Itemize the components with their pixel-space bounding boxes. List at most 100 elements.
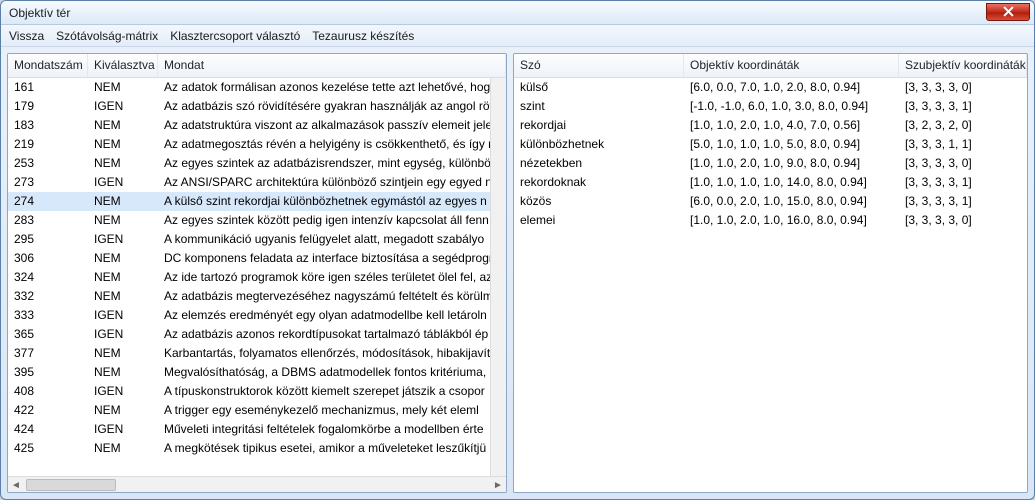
cell-word[interactable]: szint	[514, 97, 684, 116]
words-grid[interactable]: SzóObjektív koordinátákSzubjektív koordi…	[514, 54, 1027, 492]
column-header[interactable]: Mondatszám	[8, 54, 88, 78]
vertical-scrollbar-left[interactable]	[490, 78, 506, 476]
cell-text[interactable]: A trigger egy eseménykezelő mechanizmus,…	[158, 401, 506, 420]
cell-text[interactable]: Műveleti integritási feltételek fogalomk…	[158, 420, 506, 439]
cell-selected[interactable]: NEM	[88, 344, 158, 363]
cell-subjective[interactable]: [3, 3, 3, 3, 1]	[899, 97, 1027, 116]
cell-text[interactable]: Az adatstruktúra viszont az alkalmazások…	[158, 116, 506, 135]
cell-word[interactable]: közös	[514, 192, 684, 211]
cell-selected[interactable]: NEM	[88, 211, 158, 230]
cell-selected[interactable]: IGEN	[88, 420, 158, 439]
cell-id[interactable]: 179	[8, 97, 88, 116]
cell-word[interactable]: nézetekben	[514, 154, 684, 173]
menu-item-cluster-selector[interactable]: Klasztercsoport választó	[170, 29, 300, 43]
cell-word[interactable]: külső	[514, 78, 684, 97]
cell-selected[interactable]: NEM	[88, 401, 158, 420]
cell-subjective[interactable]: [3, 3, 3, 3, 0]	[899, 154, 1027, 173]
column-header[interactable]: Kiválasztva	[88, 54, 158, 78]
scroll-right-icon[interactable]: ►	[490, 477, 506, 493]
cell-selected[interactable]: NEM	[88, 268, 158, 287]
cell-id[interactable]: 424	[8, 420, 88, 439]
scroll-left-icon[interactable]: ◄	[8, 477, 24, 493]
cell-word[interactable]: rekordjai	[514, 116, 684, 135]
cell-selected[interactable]: NEM	[88, 249, 158, 268]
cell-text[interactable]: Az adatmegosztás révén a helyigény is cs…	[158, 135, 506, 154]
cell-selected[interactable]: IGEN	[88, 325, 158, 344]
cell-id[interactable]: 295	[8, 230, 88, 249]
cell-selected[interactable]: IGEN	[88, 173, 158, 192]
cell-id[interactable]: 161	[8, 78, 88, 97]
cell-selected[interactable]: IGEN	[88, 230, 158, 249]
cell-text[interactable]: Az adatbázis szó rövidítésére gyakran ha…	[158, 97, 506, 116]
cell-id[interactable]: 324	[8, 268, 88, 287]
cell-selected[interactable]: IGEN	[88, 382, 158, 401]
column-header[interactable]: Szó	[514, 54, 684, 78]
cell-text[interactable]: A típuskonstruktorok között kiemelt szer…	[158, 382, 506, 401]
cell-text[interactable]: Az adatbázis megtervezéséhez nagyszámú f…	[158, 287, 506, 306]
cell-text[interactable]: Karbantartás, folyamatos ellenőrzés, mód…	[158, 344, 506, 363]
cell-word[interactable]: elemei	[514, 211, 684, 230]
cell-id[interactable]: 332	[8, 287, 88, 306]
cell-id[interactable]: 274	[8, 192, 88, 211]
cell-subjective[interactable]: [3, 3, 3, 3, 1]	[899, 192, 1027, 211]
cell-selected[interactable]: NEM	[88, 154, 158, 173]
scroll-thumb[interactable]	[26, 479, 116, 491]
cell-id[interactable]: 219	[8, 135, 88, 154]
cell-text[interactable]: Az egyes szintek között pedig igen inten…	[158, 211, 506, 230]
cell-id[interactable]: 425	[8, 439, 88, 458]
cell-subjective[interactable]: [3, 3, 3, 3, 1]	[899, 173, 1027, 192]
cell-text[interactable]: DC komponens feladata az interface bizto…	[158, 249, 506, 268]
cell-text[interactable]: Megvalósíthatóság, a DBMS adatmodellek f…	[158, 363, 506, 382]
cell-objective[interactable]: [-1.0, -1.0, 6.0, 1.0, 3.0, 8.0, 0.94]	[684, 97, 899, 116]
cell-selected[interactable]: NEM	[88, 439, 158, 458]
cell-id[interactable]: 253	[8, 154, 88, 173]
cell-objective[interactable]: [1.0, 1.0, 2.0, 1.0, 16.0, 8.0, 0.94]	[684, 211, 899, 230]
sentences-grid[interactable]: MondatszámKiválasztvaMondat161NEMAz adat…	[8, 54, 506, 476]
cell-id[interactable]: 183	[8, 116, 88, 135]
cell-id[interactable]: 283	[8, 211, 88, 230]
cell-subjective[interactable]: [3, 2, 3, 2, 0]	[899, 116, 1027, 135]
cell-selected[interactable]: NEM	[88, 287, 158, 306]
cell-text[interactable]: A megkötések tipikus esetei, amikor a mű…	[158, 439, 506, 458]
cell-selected[interactable]: NEM	[88, 78, 158, 97]
cell-text[interactable]: Az adatbázis azonos rekordtípusokat tart…	[158, 325, 506, 344]
column-header[interactable]: Szubjektív koordináták	[899, 54, 1027, 78]
close-button[interactable]	[986, 3, 1030, 21]
cell-id[interactable]: 306	[8, 249, 88, 268]
cell-selected[interactable]: IGEN	[88, 97, 158, 116]
cell-objective[interactable]: [6.0, 0.0, 2.0, 1.0, 15.0, 8.0, 0.94]	[684, 192, 899, 211]
menu-item-distance-matrix[interactable]: Szótávolság-mátrix	[56, 29, 158, 43]
cell-id[interactable]: 377	[8, 344, 88, 363]
cell-text[interactable]: Az adatok formálisan azonos kezelése tet…	[158, 78, 506, 97]
menu-item-thesaurus[interactable]: Tezaurusz készítés	[312, 29, 414, 43]
cell-text[interactable]: A kommunikáció ugyanis felügyelet alatt,…	[158, 230, 506, 249]
cell-selected[interactable]: NEM	[88, 135, 158, 154]
cell-word[interactable]: különbözhetnek	[514, 135, 684, 154]
cell-id[interactable]: 333	[8, 306, 88, 325]
cell-selected[interactable]: NEM	[88, 363, 158, 382]
column-header[interactable]: Mondat	[158, 54, 506, 78]
cell-objective[interactable]: [5.0, 1.0, 1.0, 1.0, 5.0, 8.0, 0.94]	[684, 135, 899, 154]
cell-selected[interactable]: NEM	[88, 192, 158, 211]
cell-objective[interactable]: [1.0, 1.0, 2.0, 1.0, 4.0, 7.0, 0.56]	[684, 116, 899, 135]
cell-objective[interactable]: [6.0, 0.0, 7.0, 1.0, 2.0, 8.0, 0.94]	[684, 78, 899, 97]
cell-objective[interactable]: [1.0, 1.0, 1.0, 1.0, 14.0, 8.0, 0.94]	[684, 173, 899, 192]
horizontal-scrollbar-left[interactable]: ◄ ►	[8, 476, 506, 492]
cell-id[interactable]: 408	[8, 382, 88, 401]
cell-text[interactable]: Az egyes szintek az adatbázisrendszer, m…	[158, 154, 506, 173]
cell-id[interactable]: 422	[8, 401, 88, 420]
cell-subjective[interactable]: [3, 3, 3, 3, 0]	[899, 78, 1027, 97]
cell-selected[interactable]: IGEN	[88, 306, 158, 325]
cell-subjective[interactable]: [3, 3, 3, 3, 0]	[899, 211, 1027, 230]
cell-text[interactable]: A külső szint rekordjai különbözhetnek e…	[158, 192, 506, 211]
menu-item-back[interactable]: Vissza	[9, 29, 44, 43]
column-header[interactable]: Objektív koordináták	[684, 54, 899, 78]
cell-id[interactable]: 395	[8, 363, 88, 382]
cell-word[interactable]: rekordoknak	[514, 173, 684, 192]
cell-text[interactable]: Az ide tartozó programok köre igen széle…	[158, 268, 506, 287]
cell-objective[interactable]: [1.0, 1.0, 2.0, 1.0, 9.0, 8.0, 0.94]	[684, 154, 899, 173]
cell-id[interactable]: 273	[8, 173, 88, 192]
cell-selected[interactable]: NEM	[88, 116, 158, 135]
cell-subjective[interactable]: [3, 3, 3, 1, 1]	[899, 135, 1027, 154]
cell-id[interactable]: 365	[8, 325, 88, 344]
